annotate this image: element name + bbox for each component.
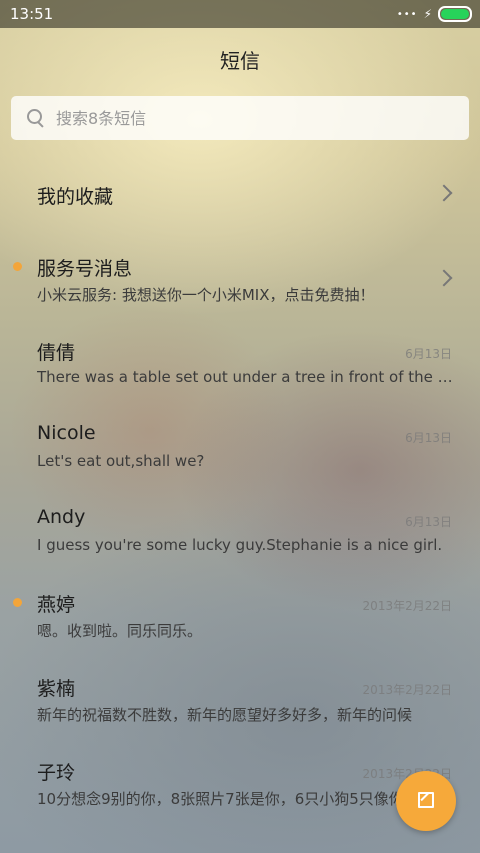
conversation-snippet: 10分想念9别的你，8张照片7张是你，6只小狗5只像你 xyxy=(37,790,404,808)
status-time: 13:51 xyxy=(10,5,54,23)
battery-icon xyxy=(438,6,472,22)
conversation-name: 子玲 xyxy=(37,762,76,784)
conversation-snippet: 新年的祝福数不胜数，新年的愿望好多好多，新年的问候 xyxy=(37,706,413,724)
favorites-row[interactable]: 我的收藏 xyxy=(0,150,480,234)
conversation-name: 倩倩 xyxy=(37,342,76,364)
search-bar[interactable] xyxy=(11,96,469,140)
conversation-snippet: 嗯。收到啦。同乐同乐。 xyxy=(37,622,203,640)
conversation-date: 6月13日 xyxy=(405,431,452,445)
page-title: 短信 xyxy=(220,49,260,73)
conversation-item[interactable]: 燕婷 2013年2月22日 嗯。收到啦。同乐同乐。 xyxy=(0,570,480,654)
charging-icon: ⚡ xyxy=(423,7,432,21)
conversation-name: 紫楠 xyxy=(37,678,76,700)
conversation-item[interactable]: Andy 6月13日 I guess you're some lucky guy… xyxy=(0,486,480,570)
notification-dots-icon: ••• xyxy=(396,8,418,20)
unread-dot xyxy=(13,598,22,607)
unread-dot xyxy=(13,262,22,271)
conversation-snippet: 小米云服务: 我想送你一个小米MIX，点击免费抽！ xyxy=(37,286,375,304)
status-bar: 13:51 ••• ⚡ xyxy=(0,0,480,28)
conversation-snippet: I guess you're some lucky guy.Stephanie … xyxy=(37,536,443,554)
conversation-name: 服务号消息 xyxy=(37,258,133,280)
compose-icon xyxy=(418,792,434,808)
search-input[interactable] xyxy=(54,107,438,129)
compose-button[interactable] xyxy=(396,771,456,831)
conversation-item[interactable]: 服务号消息 小米云服务: 我想送你一个小米MIX，点击免费抽！ xyxy=(0,234,480,318)
conversation-name: Andy xyxy=(37,506,86,528)
conversation-item[interactable]: Nicole 6月13日 Let's eat out,shall we? xyxy=(0,402,480,486)
conversation-name: 燕婷 xyxy=(37,594,76,616)
conversation-date: 2013年2月22日 xyxy=(362,599,452,613)
conversation-item[interactable]: 倩倩 6月13日 There was a table set out under… xyxy=(0,318,480,402)
conversation-date: 6月13日 xyxy=(405,347,452,361)
conversation-snippet: Let's eat out,shall we? xyxy=(37,452,205,470)
conversation-item[interactable]: 紫楠 2013年2月22日 新年的祝福数不胜数，新年的愿望好多好多，新年的问候 xyxy=(0,654,480,738)
search-icon xyxy=(27,109,45,128)
conversation-snippet: There was a table set out under a tree i… xyxy=(37,368,455,386)
conversation-name: Nicole xyxy=(37,422,96,444)
conversation-date: 6月13日 xyxy=(405,515,452,529)
status-icons: ••• ⚡ xyxy=(397,6,472,22)
chevron-right-icon xyxy=(435,184,453,202)
conversation-date: 2013年2月22日 xyxy=(362,683,452,697)
favorites-label: 我的收藏 xyxy=(37,186,114,208)
